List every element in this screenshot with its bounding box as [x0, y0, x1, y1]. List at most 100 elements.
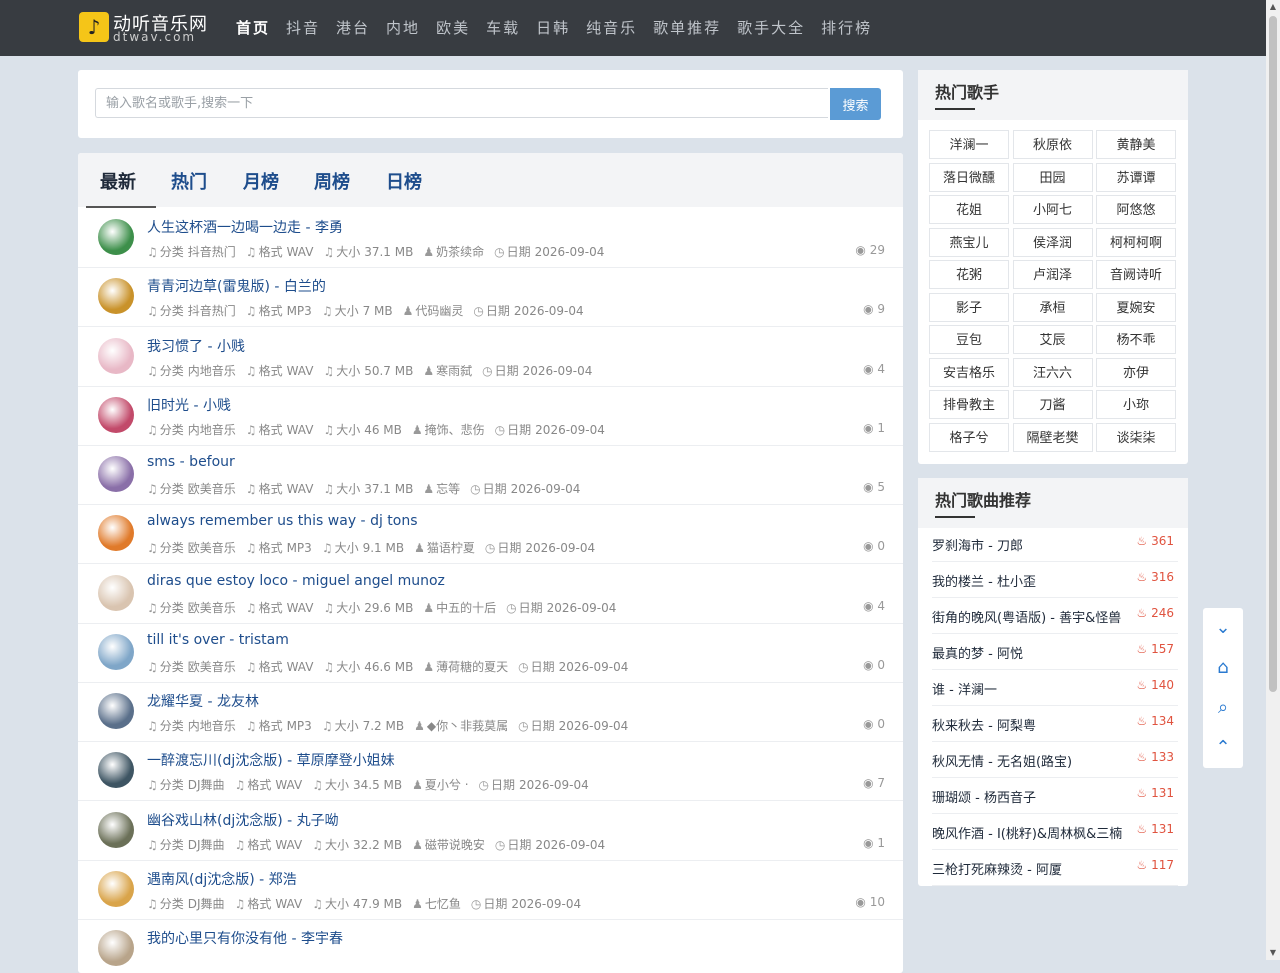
- song-title-link[interactable]: 龙耀华夏 - 龙友林: [147, 691, 259, 711]
- singer-tag[interactable]: 田园: [1012, 162, 1093, 192]
- tab-3[interactable]: 周榜: [314, 168, 350, 194]
- song-title-link[interactable]: 一醉渡忘川(dj沈念版) - 草原摩登小姐妹: [147, 750, 395, 770]
- nav-item[interactable]: 歌单推荐: [653, 0, 721, 56]
- singer-tag[interactable]: 花粥: [929, 260, 1009, 289]
- song-title-link[interactable]: 幽谷戏山林(dj沈念版) - 丸子呦: [147, 810, 339, 830]
- meta-category[interactable]: ♫ 分类 内地音乐: [147, 364, 236, 378]
- meta-uploader[interactable]: ♟ 奶茶续命: [423, 245, 484, 259]
- singer-tag[interactable]: 艾辰: [1012, 325, 1093, 354]
- song-avatar[interactable]: [98, 693, 134, 729]
- hot-song-row[interactable]: 晚风作酒 - I(桃籽)&周林枫&三楠 ♨ 131: [932, 813, 1178, 850]
- meta-category[interactable]: ♫ 分类 DJ舞曲: [147, 838, 225, 852]
- hot-song-name[interactable]: 街角的晚风(粤语版) - 善宇&怪兽: [932, 607, 1121, 626]
- hot-song-row[interactable]: 三枪打死麻辣烫 - 阿厦 ♨ 117: [932, 849, 1178, 886]
- song-avatar[interactable]: [98, 633, 134, 670]
- hot-song-name[interactable]: 我的楼兰 - 杜小歪: [932, 571, 1036, 590]
- meta-uploader[interactable]: ♟ ◆你丶非莪莫属: [414, 719, 508, 733]
- nav-item[interactable]: 欧美: [436, 0, 470, 56]
- song-avatar[interactable]: [98, 456, 134, 492]
- meta-category[interactable]: ♫ 分类 内地音乐: [147, 423, 236, 437]
- meta-uploader[interactable]: ♟ 磁带说晚安: [412, 838, 485, 852]
- song-title-link[interactable]: 我习惯了 - 小贱: [147, 336, 245, 356]
- singer-tag[interactable]: 格子兮: [929, 422, 1009, 452]
- singer-tag[interactable]: 黄静美: [1096, 130, 1176, 159]
- hot-song-name[interactable]: 三枪打死麻辣烫 - 阿厦: [932, 859, 1062, 878]
- singer-tag[interactable]: 小阿七: [1012, 195, 1093, 224]
- home-icon[interactable]: ⌂: [1203, 648, 1243, 688]
- meta-uploader[interactable]: ♟ 七忆鱼: [412, 897, 461, 911]
- meta-uploader[interactable]: ♟ 夏小兮 ‧: [412, 778, 468, 792]
- tab-4[interactable]: 日榜: [386, 168, 422, 194]
- meta-category[interactable]: ♫ 分类 欧美音乐: [147, 601, 236, 615]
- singer-tag[interactable]: 排骨教主: [929, 390, 1009, 419]
- song-avatar[interactable]: [98, 930, 134, 966]
- nav-item[interactable]: 内地: [386, 0, 420, 56]
- singer-tag[interactable]: 安吉格乐: [929, 357, 1009, 387]
- meta-category[interactable]: ♫ 分类 抖音热门: [147, 304, 236, 318]
- tab-0[interactable]: 最新: [100, 168, 136, 194]
- song-avatar[interactable]: [98, 396, 134, 433]
- meta-category[interactable]: ♫ 分类 欧美音乐: [147, 482, 236, 496]
- nav-item[interactable]: 首页: [236, 0, 270, 56]
- song-row[interactable]: 旧时光 - 小贱 ♫ 分类 内地音乐 ♫ 格式 WAV ♫ 大小 46 MB ♟ 掩饰、悲伤 ◷ 日期 20…: [78, 386, 903, 446]
- song-title-link[interactable]: 人生这杯酒一边喝一边走 - 李勇: [147, 217, 343, 237]
- meta-uploader[interactable]: ♟ 代码幽灵: [403, 304, 464, 318]
- song-title-link[interactable]: till it's over - tristam: [147, 632, 289, 648]
- hot-song-row[interactable]: 珊瑚颂 - 杨西音子 ♨ 131: [932, 777, 1178, 814]
- meta-uploader[interactable]: ♟ 猫语柠夏: [414, 541, 475, 555]
- song-row[interactable]: 我的心里只有你没有他 - 李宇春: [78, 919, 903, 973]
- hot-song-row[interactable]: 罗刹海市 - 刀郎 ♨ 361: [932, 525, 1178, 562]
- singer-tag[interactable]: 卢润泽: [1012, 260, 1093, 289]
- singer-tag[interactable]: 落日微醺: [929, 162, 1009, 192]
- singer-tag[interactable]: 承桓: [1012, 292, 1093, 322]
- song-title-link[interactable]: sms - befour: [147, 454, 235, 470]
- singer-tag[interactable]: 洋澜一: [929, 130, 1009, 159]
- hot-song-name[interactable]: 秋来秋去 - 阿梨粤: [932, 715, 1036, 734]
- song-row[interactable]: 人生这杯酒一边喝一边走 - 李勇 ♫ 分类 抖音热门 ♫ 格式 WAV ♫ 大小 37.1 MB ♟…: [78, 208, 903, 268]
- hot-song-name[interactable]: 最真的梦 - 阿悦: [932, 643, 1023, 662]
- song-avatar[interactable]: [98, 811, 134, 848]
- meta-uploader[interactable]: ♟ 中五的十后: [423, 601, 496, 615]
- song-title-link[interactable]: always remember us this way - dj tons: [147, 513, 418, 529]
- nav-item[interactable]: 抖音: [286, 0, 320, 56]
- song-row[interactable]: 龙耀华夏 - 龙友林 ♫ 分类 内地音乐 ♫ 格式 MP3 ♫ 大小 7.2 MB ♟ ◆你丶非莪莫属…: [78, 682, 903, 742]
- singer-tag[interactable]: 汪六六: [1012, 357, 1093, 387]
- search-icon[interactable]: ⌕: [1203, 688, 1243, 728]
- song-avatar[interactable]: [98, 752, 134, 789]
- tab-2[interactable]: 月榜: [243, 168, 279, 194]
- singer-tag[interactable]: 亦伊: [1096, 357, 1176, 387]
- song-avatar[interactable]: [98, 515, 134, 552]
- singer-tag[interactable]: 阿悠悠: [1096, 195, 1176, 224]
- meta-category[interactable]: ♫ 分类 欧美音乐: [147, 660, 236, 674]
- singer-tag[interactable]: 隔壁老樊: [1012, 422, 1093, 452]
- tab-1[interactable]: 热门: [171, 168, 207, 194]
- scroll-down-arrow[interactable]: ▼: [1269, 948, 1277, 958]
- singer-tag[interactable]: 杨不乖: [1096, 325, 1176, 354]
- singer-tag[interactable]: 音阙诗听: [1096, 260, 1176, 289]
- song-title-link[interactable]: diras que estoy loco - miguel angel muno…: [147, 573, 445, 589]
- song-title-link[interactable]: 青青河边草(雷鬼版) - 白兰的: [147, 276, 326, 296]
- singer-tag[interactable]: 苏谭谭: [1096, 162, 1176, 192]
- song-title-link[interactable]: 遇南风(dj沈念版) - 郑浩: [147, 869, 297, 889]
- song-avatar[interactable]: [98, 574, 134, 611]
- hot-song-row[interactable]: 秋风无情 - 无名姐(路宝) ♨ 133: [932, 741, 1178, 778]
- meta-uploader[interactable]: ♟ 薄荷糖的夏天: [423, 660, 508, 674]
- singer-tag[interactable]: 柯柯柯啊: [1096, 227, 1176, 257]
- nav-item[interactable]: 纯音乐: [586, 0, 637, 56]
- nav-item[interactable]: 日韩: [536, 0, 570, 56]
- hot-song-name[interactable]: 晚风作酒 - I(桃籽)&周林枫&三楠: [932, 823, 1122, 842]
- song-row[interactable]: till it's over - tristam ♫ 分类 欧美音乐 ♫ 格式 WAV ♫ 大小…: [78, 623, 903, 683]
- chevron-down-icon[interactable]: ⌄: [1203, 608, 1243, 648]
- hot-song-row[interactable]: 最真的梦 - 阿悦 ♨ 157: [932, 633, 1178, 670]
- singer-tag[interactable]: 影子: [929, 292, 1009, 322]
- meta-category[interactable]: ♫ 分类 抖音热门: [147, 245, 236, 259]
- hot-song-row[interactable]: 街角的晚风(粤语版) - 善宇&怪兽 ♨ 246: [932, 597, 1178, 634]
- song-avatar[interactable]: [98, 337, 134, 374]
- singer-tag[interactable]: 秋原依: [1012, 130, 1093, 159]
- song-avatar[interactable]: [98, 219, 134, 255]
- meta-category[interactable]: ♫ 分类 内地音乐: [147, 719, 236, 733]
- scroll-thumb[interactable]: [1269, 16, 1277, 692]
- singer-tag[interactable]: 豆包: [929, 325, 1009, 354]
- song-row[interactable]: 遇南风(dj沈念版) - 郑浩 ♫ 分类 DJ舞曲 ♫ 格式 WAV ♫ 大小 47.9 MB ♟ 七…: [78, 860, 903, 920]
- song-title-link[interactable]: 我的心里只有你没有他 - 李宇春: [147, 928, 343, 948]
